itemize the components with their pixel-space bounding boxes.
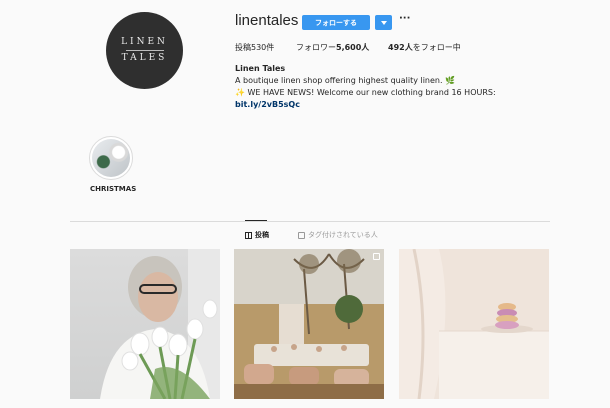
- leaf-emoji-icon: 🌿: [445, 76, 456, 85]
- followers-count[interactable]: フォロワー5,600人: [296, 42, 369, 53]
- post-thumbnail[interactable]: [399, 249, 549, 399]
- post-image-woman-tulips: [100, 249, 220, 399]
- profile-full-name: Linen Tales: [235, 64, 286, 73]
- more-options-icon[interactable]: ···: [399, 13, 410, 24]
- tab-tagged[interactable]: タグ付けされている人: [298, 230, 378, 240]
- post-thumbnail[interactable]: [234, 249, 384, 399]
- highlight-cover-image: [92, 139, 130, 177]
- tagged-icon: [298, 231, 305, 239]
- logo-rule: [125, 50, 164, 51]
- logo-line1: LINEN: [121, 37, 168, 47]
- bio-line-1: A boutique linen shop offering highest q…: [235, 76, 456, 85]
- profile-username: linentales: [235, 12, 299, 29]
- active-tab-indicator: [245, 220, 267, 221]
- post-image-linen-macarons: [399, 249, 549, 399]
- grid-icon: [245, 231, 252, 239]
- bio-link[interactable]: bit.ly/2vB5sQc: [235, 100, 300, 109]
- tab-posts[interactable]: 投稿: [245, 230, 269, 240]
- posts-count: 投稿530件: [235, 43, 275, 52]
- post-image-picnic: [234, 249, 384, 399]
- bio-line-2: ✨ WE HAVE NEWS! Welcome our new clothing…: [235, 88, 496, 97]
- tabs-divider: [70, 221, 550, 222]
- logo-line2: TALES: [121, 53, 168, 63]
- post-thumbnail[interactable]: [70, 249, 220, 399]
- chevron-down-icon: [380, 20, 387, 25]
- suggested-dropdown-button[interactable]: [375, 15, 392, 30]
- highlight-label: CHRISTMAS: [90, 185, 137, 193]
- sparkle-emoji-icon: ✨: [235, 88, 245, 97]
- highlight-christmas[interactable]: [89, 136, 133, 180]
- linen-tales-logo: LINEN TALES: [117, 23, 173, 79]
- profile-avatar[interactable]: LINEN TALES: [106, 12, 183, 89]
- multiple-photos-icon: [373, 253, 380, 260]
- follow-button[interactable]: フォローする: [302, 15, 370, 30]
- following-count[interactable]: 492人をフォロー中: [388, 42, 461, 53]
